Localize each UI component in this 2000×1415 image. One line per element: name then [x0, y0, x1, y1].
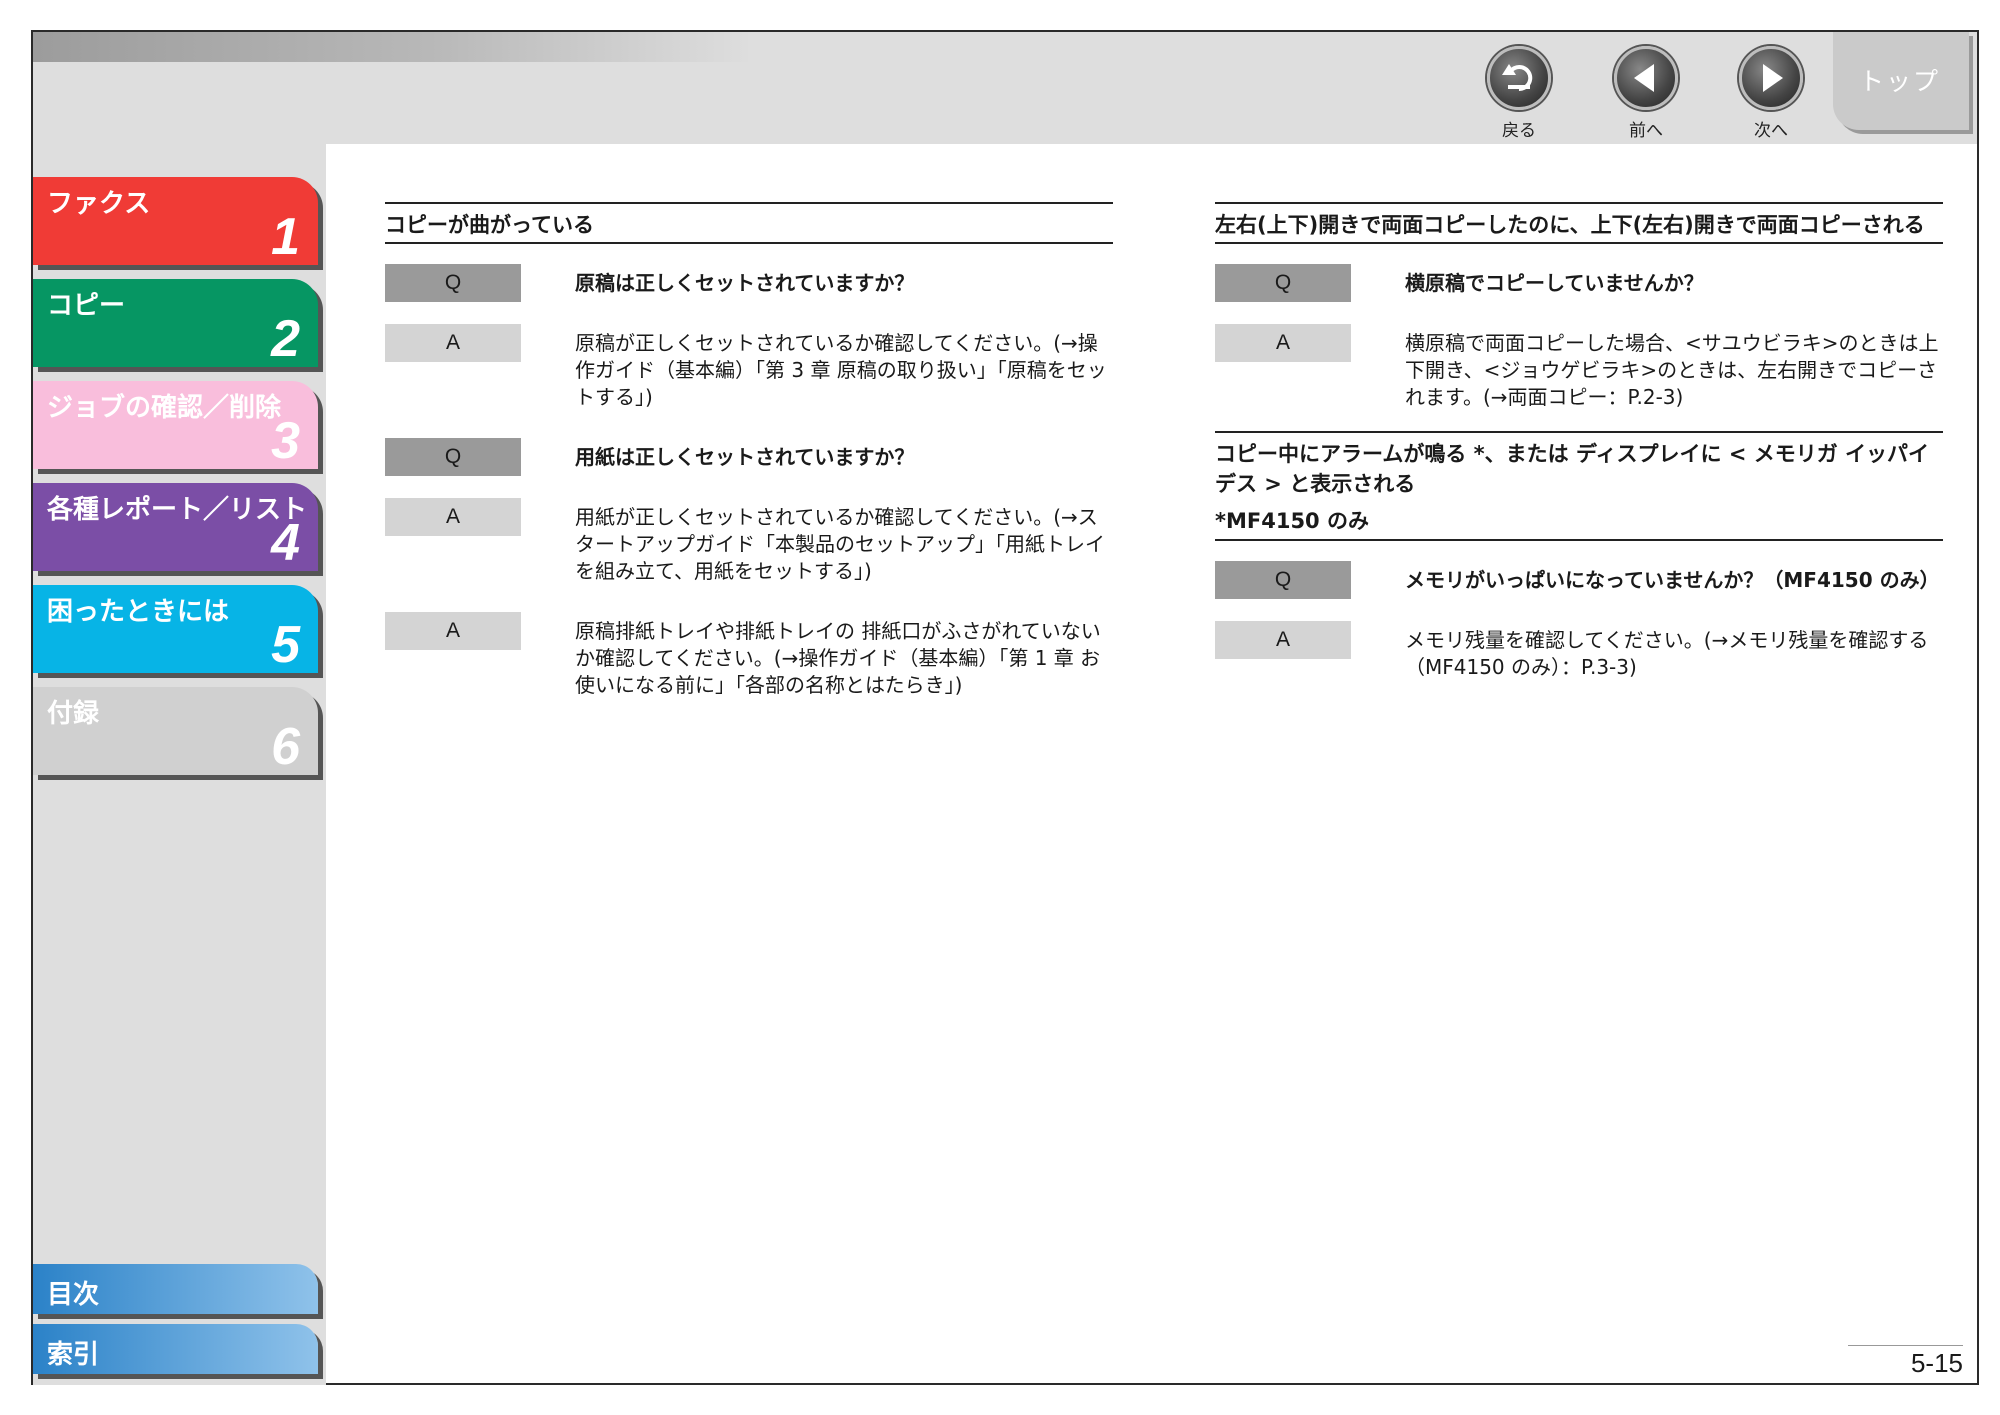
a-label: A [1215, 324, 1351, 362]
chapter-tab-copy[interactable]: コピー 2 [33, 279, 318, 368]
qa-row: A 原稿が正しくセットされているか確認してください。(→操作ガイド（基本編）「第… [385, 324, 1113, 411]
question-text: 用紙は正しくセットされていますか？ [575, 445, 915, 469]
question-text: 横原稿でコピーしていませんか？ [1405, 271, 1704, 295]
qa-row: Q メモリがいっぱいになっていませんか？（MF4150 のみ） [1215, 561, 1943, 603]
back-label: 戻る [1502, 121, 1536, 141]
qa-row: Q 横原稿でコピーしていませんか？ [1215, 264, 1943, 306]
a-label: A [385, 324, 521, 362]
next-arrow-icon [1739, 46, 1803, 110]
chapter-number: 3 [271, 412, 300, 470]
chapter-number: 1 [271, 208, 300, 266]
left-column: コピーが曲がっている Q 原稿は正しくセットされていますか？ A 原稿が正しくセ… [385, 202, 1113, 699]
chapter-number: 2 [271, 310, 300, 368]
a-label: A [385, 498, 521, 536]
prev-arrow-icon [1614, 46, 1678, 110]
section-title: 左右(上下)開きで両面コピーしたのに、上下(左右)開きで両面コピーされる [1215, 202, 1943, 244]
next-label: 次へ [1754, 121, 1788, 141]
qa-row: Q 用紙は正しくセットされていますか？ [385, 438, 1113, 480]
answer-text: 原稿が正しくセットされているか確認してください。(→操作ガイド（基本編）「第 3… [575, 331, 1107, 409]
index-tab[interactable]: 索引 [33, 1324, 318, 1374]
prev-label: 前へ [1629, 121, 1663, 141]
qa-row: Q 原稿は正しくセットされていますか？ [385, 264, 1113, 306]
section-title: コピー中にアラームが鳴る *、または ディスプレイに < メモリガ イッパイデス… [1215, 431, 1943, 501]
answer-text: 横原稿で両面コピーした場合、<サユウビラキ>のときは上下開き、<ジョウゲビラキ>… [1405, 331, 1939, 409]
back-button[interactable]: 戻る [1481, 46, 1557, 141]
a-label: A [385, 612, 521, 650]
toc-tab[interactable]: 目次 [33, 1264, 318, 1314]
right-column: 左右(上下)開きで両面コピーしたのに、上下(左右)開きで両面コピーされる Q 横… [1215, 202, 1943, 681]
chapter-name: 困ったときには [47, 597, 230, 627]
q-label: Q [385, 264, 521, 302]
chapter-name: 各種レポート／リスト [47, 495, 308, 525]
header-bar: 戻る 前へ 次へ トップ [33, 32, 1977, 144]
next-button[interactable]: 次へ [1733, 46, 1809, 141]
q-label: Q [385, 438, 521, 476]
top-tab[interactable]: トップ [1833, 32, 1969, 130]
chapter-tab-reports[interactable]: 各種レポート／リスト 4 [33, 483, 318, 572]
page-frame: 戻る 前へ 次へ トップ ファクス 1 コピー 2 ジョブの確認／削除 3 各種… [31, 30, 1979, 1385]
chapter-name: コピー [47, 291, 126, 321]
page-number: 5-15 [1848, 1345, 1963, 1379]
chapter-name: ファクス [47, 189, 151, 219]
chapter-number: 5 [271, 616, 300, 674]
back-icon [1487, 46, 1551, 110]
chapter-name: ジョブの確認／削除 [47, 393, 282, 423]
question-text: メモリがいっぱいになっていませんか？（MF4150 のみ） [1405, 568, 1940, 592]
toc-label: 目次 [47, 1280, 100, 1310]
chapter-name: 付録 [47, 699, 100, 729]
qa-row: A 横原稿で両面コピーした場合、<サユウビラキ>のときは上下開き、<ジョウゲビラ… [1215, 324, 1943, 411]
qa-row: A 用紙が正しくセットされているか確認してください。(→スタートアップガイド「本… [385, 498, 1113, 585]
a-label: A [1215, 621, 1351, 659]
chapter-tab-fax[interactable]: ファクス 1 [33, 177, 318, 266]
section-title: コピーが曲がっている [385, 202, 1113, 244]
prev-button[interactable]: 前へ [1608, 46, 1684, 141]
qa-row: A 原稿排紙トレイや排紙トレイの 排紙口がふさがれていないか確認してください。(… [385, 612, 1113, 699]
q-label: Q [1215, 561, 1351, 599]
chapter-tab-troubleshooting[interactable]: 困ったときには 5 [33, 585, 318, 674]
answer-text: 原稿排紙トレイや排紙トレイの 排紙口がふさがれていないか確認してください。(→操… [575, 619, 1101, 697]
question-text: 原稿は正しくセットされていますか？ [575, 271, 915, 295]
index-label: 索引 [47, 1340, 100, 1370]
q-label: Q [1215, 264, 1351, 302]
chapter-tab-jobs[interactable]: ジョブの確認／削除 3 [33, 381, 318, 470]
answer-text: 用紙が正しくセットされているか確認してください。(→スタートアップガイド「本製品… [575, 505, 1105, 583]
chapter-tab-appendix[interactable]: 付録 6 [33, 687, 318, 776]
qa-row: A メモリ残量を確認してください。(→メモリ残量を確認する（MF4150 のみ）… [1215, 621, 1943, 681]
sidebar: ファクス 1 コピー 2 ジョブの確認／削除 3 各種レポート／リスト 4 困っ… [33, 144, 326, 1385]
header-gradient [33, 32, 753, 62]
chapter-number: 6 [271, 718, 300, 776]
chapter-number: 4 [271, 514, 300, 572]
top-tab-label: トップ [1859, 67, 1941, 96]
footnote: *MF4150 のみ [1215, 501, 1943, 541]
answer-text: メモリ残量を確認してください。(→メモリ残量を確認する（MF4150 のみ）：P… [1405, 628, 1929, 679]
